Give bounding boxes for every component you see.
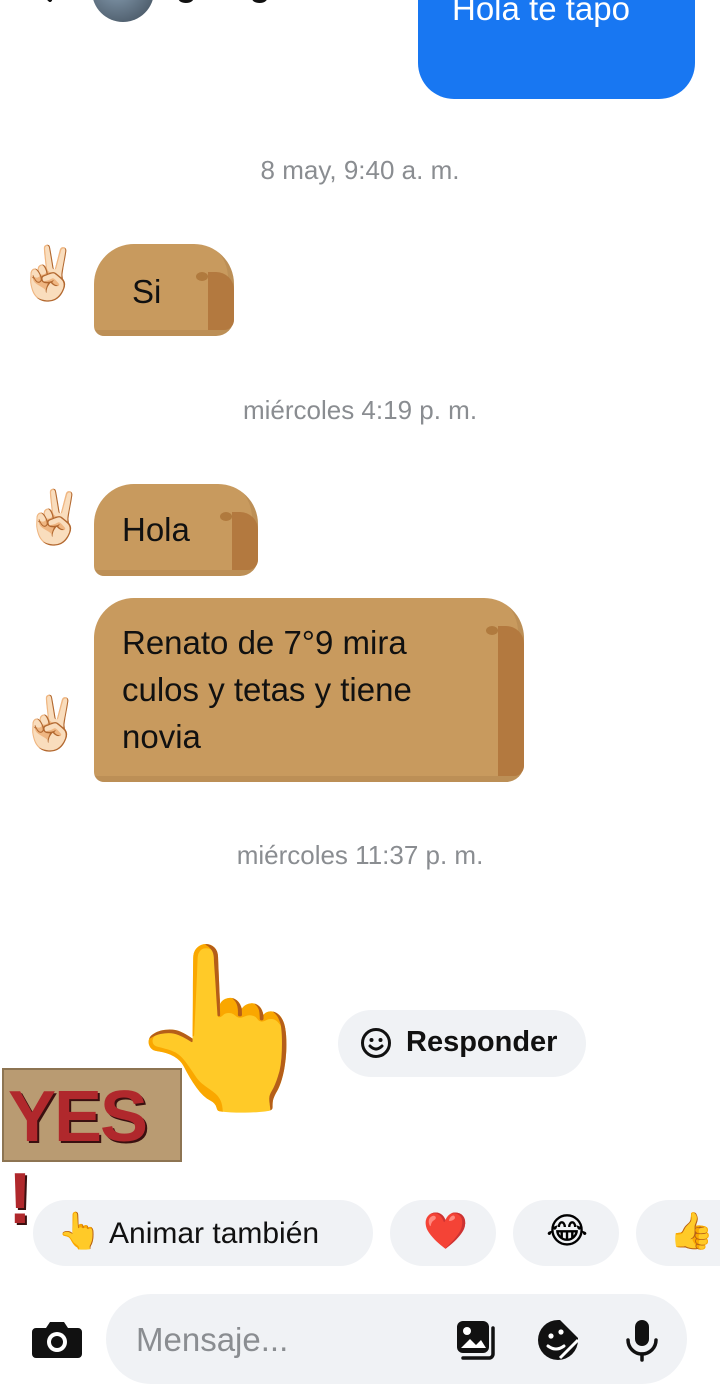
timestamp: 8 may, 9:40 a. m. — [260, 155, 460, 185]
message-line: novia — [122, 718, 201, 755]
message-text: Si — [132, 273, 162, 310]
reply-label: Responder — [406, 1026, 558, 1058]
microphone-icon[interactable] — [620, 1318, 664, 1362]
message-input[interactable] — [134, 1316, 438, 1364]
outgoing-message[interactable]: Hola te tapo — [418, 0, 695, 99]
peace-hand-avatar-icon: ✌🏻 — [18, 695, 83, 753]
outgoing-message-text: Hola te tapo — [452, 0, 630, 27]
capybara-face — [232, 512, 258, 570]
reaction-heart[interactable]: ❤️ — [390, 1200, 496, 1266]
capybara-message-bubble[interactable]: Hola — [94, 484, 258, 576]
message-composer[interactable] — [106, 1294, 687, 1384]
reaction-thumbs-up[interactable]: 👍 — [636, 1200, 720, 1266]
laugh-cry-icon: 😂 — [546, 1210, 589, 1251]
reaction-animate-too[interactable]: 👆 Animar también — [33, 1200, 373, 1266]
capybara-message-bubble[interactable]: Si — [94, 244, 234, 336]
reaction-label: Animar también — [109, 1217, 320, 1250]
capybara-ear — [220, 512, 232, 521]
capybara-ear — [486, 626, 498, 635]
sticker-icon[interactable] — [536, 1318, 580, 1362]
heart-icon: ❤️ — [423, 1210, 468, 1251]
peace-hand-avatar-icon: ✌🏻 — [16, 245, 81, 303]
avatar[interactable] — [92, 0, 154, 22]
back-arrow-icon[interactable] — [30, 0, 58, 2]
timestamp: miércoles 11:37 p. m. — [236, 840, 484, 870]
capybara-face — [498, 626, 524, 776]
camera-icon[interactable] — [28, 1310, 86, 1368]
message-text: Renato de 7°9 mira culos y tetas y tiene… — [122, 619, 412, 760]
message-text: Hola — [122, 511, 190, 548]
capybara-message-bubble[interactable]: Renato de 7°9 mira culos y tetas y tiene… — [94, 598, 524, 782]
gallery-icon[interactable] — [454, 1318, 498, 1362]
yes-sticker[interactable]: YES ! — [2, 1068, 182, 1239]
thumbs-up-icon: 👍 — [669, 1210, 714, 1251]
capybara-face — [208, 272, 234, 330]
message-line: culos y tetas y tiene — [122, 671, 412, 708]
capybara-ear — [196, 272, 208, 281]
reaction-laugh[interactable]: 😂 — [513, 1200, 619, 1266]
pointing-up-icon: 👆 — [57, 1210, 102, 1251]
message-line: Renato de 7°9 mira — [122, 624, 407, 661]
reply-button[interactable]: Responder — [338, 1010, 586, 1077]
peace-hand-avatar-icon: ✌🏻 — [22, 489, 87, 547]
smile-icon — [361, 1028, 391, 1058]
timestamp: miércoles 4:19 p. m. — [242, 395, 478, 425]
contact-name[interactable]: georgian — [176, 0, 320, 5]
